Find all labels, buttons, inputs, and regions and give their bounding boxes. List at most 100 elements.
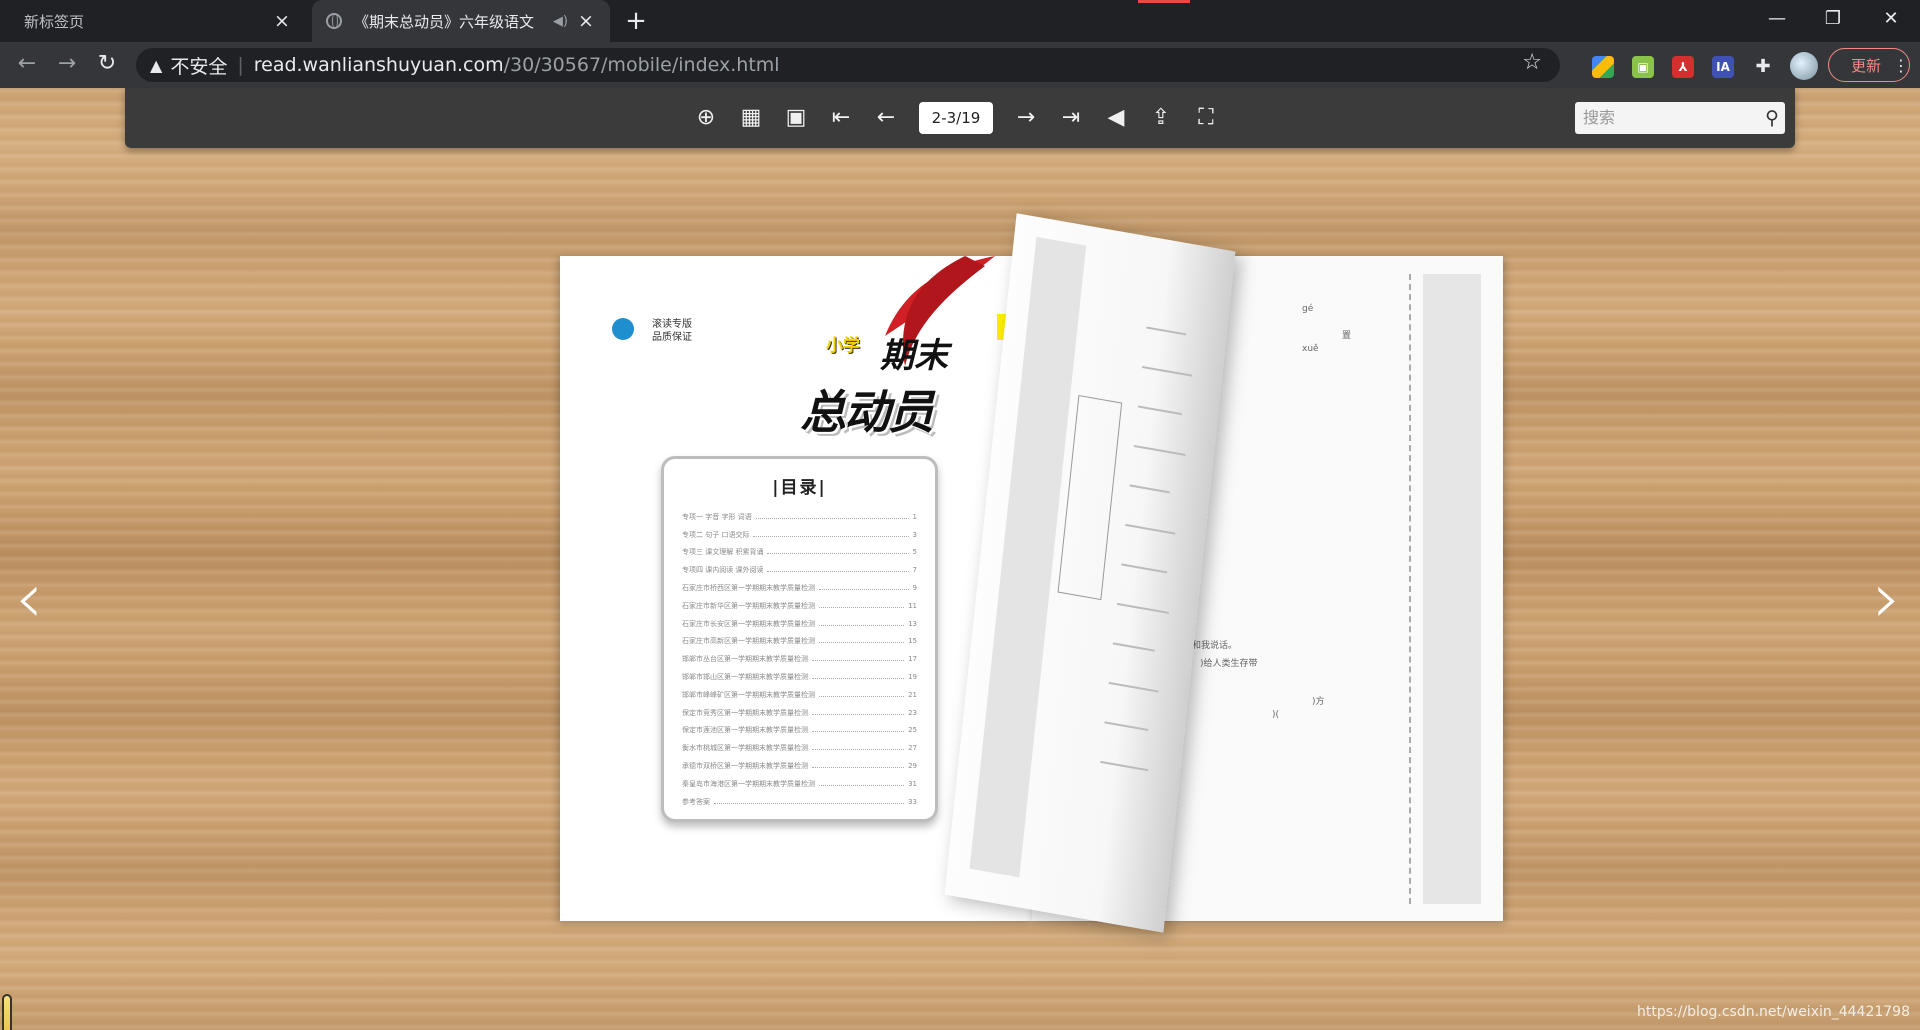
toc-item: 邯郸市邯山区第一学期期末教学质量检测 19 <box>664 668 935 686</box>
color-palette-ext-icon[interactable] <box>1592 56 1614 78</box>
back-icon[interactable]: ← <box>12 50 42 80</box>
toc-item-page: 21 <box>908 690 917 699</box>
puzzle-icon[interactable]: ✚ <box>1752 56 1774 78</box>
toc-dots <box>819 782 905 786</box>
security-label[interactable]: 不安全 <box>170 52 227 79</box>
flipbook-toolbar: ⊕ ▦ ▣ ⇤ ← 2-3/19 → ⇥ ◀ ⇪ ⛶ 搜索 ⚲ <box>125 88 1795 148</box>
student-info-box <box>1057 395 1123 601</box>
page-indicator[interactable]: 2-3/19 <box>919 102 993 134</box>
tab-active-book[interactable]: 《期末总动员》六年级语文 ◀) × <box>312 0 610 42</box>
pdf-ext-icon[interactable]: ⅄ <box>1672 56 1694 78</box>
question-text: 和我说话。 <box>1192 641 1238 651</box>
toc-item: 石家庄市高新区第一学期期末教学质量检测 15 <box>664 633 935 651</box>
toc-item: 专项四 课内阅读 课外阅读 7 <box>664 561 935 579</box>
toc-item-page: 27 <box>908 744 917 753</box>
close-icon[interactable]: × <box>576 11 596 31</box>
forward-icon[interactable]: → <box>52 50 82 80</box>
avatar[interactable] <box>1790 52 1818 80</box>
mute-icon[interactable]: ◀) <box>553 14 568 29</box>
toc-item-page: 5 <box>912 548 917 557</box>
close-window-icon[interactable]: ✕ <box>1870 0 1912 42</box>
brand-small: 小学 <box>826 336 860 356</box>
update-label: 更新 <box>1851 56 1882 75</box>
sound-icon[interactable]: ◀ <box>1100 102 1132 134</box>
next-page-icon[interactable]: → <box>1010 102 1042 134</box>
toc-item: 承德市双桥区第一学期期末教学质量检测 29 <box>664 757 935 775</box>
toc-item: 专项一 字音 字形 词语 1 <box>664 508 935 526</box>
toc-item: 专项三 课文理解 积累背诵 5 <box>664 544 935 562</box>
toc-item: 保定市竞秀区第一学期期末教学质量检测 23 <box>664 704 935 722</box>
toc-item-page: 7 <box>912 566 917 575</box>
bookmark-star-icon[interactable]: ☆ <box>1522 50 1542 75</box>
restore-icon[interactable]: ❐ <box>1812 0 1854 42</box>
toc-item-page: 1 <box>912 512 917 521</box>
toc-item-label: 石家庄市新华区第一学期期末教学质量检测 <box>682 601 815 610</box>
book-spread[interactable]: 滚读专版 品质保证 小学 期末 总动员 |目录| 专项一 字音 字形 词语 1 专项… <box>560 213 1503 933</box>
thumbnails-icon[interactable]: ▦ <box>735 102 767 134</box>
toc-item-page: 25 <box>908 726 917 735</box>
toc-item-page: 15 <box>908 637 917 646</box>
question-text: )( <box>1272 710 1280 720</box>
toc-title: |目录| <box>772 478 827 498</box>
prev-page-icon[interactable]: ← <box>870 102 902 134</box>
prev-page-arrow-icon[interactable]: ‹ <box>6 558 52 638</box>
binding-margin <box>1423 274 1481 904</box>
browser-toolbar: ← → ↻ ▲ 不安全 | read.wanlianshuyuan.com /3… <box>0 42 1920 88</box>
url-host: read.wanlianshuyuan.com <box>253 54 504 76</box>
toc-item: 衡水市桃城区第一学期期末教学质量检测 27 <box>664 739 935 757</box>
watermark: https://blog.csdn.net/weixin_44421798 <box>1636 1004 1910 1020</box>
next-page-arrow-icon[interactable]: › <box>1864 558 1910 638</box>
minimize-icon[interactable]: — <box>1756 0 1798 42</box>
fullscreen-icon[interactable]: ⛶ <box>1190 102 1222 134</box>
update-button[interactable]: 更新 ⋮ <box>1828 48 1910 82</box>
zoom-in-icon[interactable]: ⊕ <box>690 102 722 134</box>
toc-item: 邯郸市峰峰矿区第一学期期末教学质量检测 21 <box>664 686 935 704</box>
text-line <box>1100 760 1149 772</box>
last-page-icon[interactable]: ⇥ <box>1055 102 1087 134</box>
volume-slider[interactable] <box>2 994 12 1030</box>
search-icon[interactable]: ⚲ <box>1765 102 1779 134</box>
single-page-icon[interactable]: ▣ <box>780 102 812 134</box>
toc-dots <box>812 675 905 680</box>
toc-item-label: 衡水市桃城区第一学期期末教学质量检测 <box>682 744 808 753</box>
tab-title: 《期末总动员》六年级语文 <box>354 12 535 31</box>
new-tab-button[interactable]: + <box>622 8 650 36</box>
toc-item-label: 保定市莲池区第一学期期末教学质量检测 <box>682 726 808 735</box>
publisher-logo <box>612 318 634 340</box>
divider: | <box>237 54 244 76</box>
toc-item-label: 专项一 字音 字形 词语 <box>682 512 752 521</box>
image-ext-icon[interactable]: ▣ <box>1632 56 1654 78</box>
reload-icon[interactable]: ↻ <box>92 50 122 80</box>
ia-ext-icon[interactable]: IA <box>1712 56 1734 78</box>
toc-dots <box>819 586 909 591</box>
url-path: /30/30567/mobile/index.html <box>503 54 780 76</box>
close-icon[interactable]: × <box>272 11 292 31</box>
toc-item-label: 保定市竞秀区第一学期期末教学质量检测 <box>682 708 808 717</box>
search-input[interactable]: 搜索 ⚲ <box>1575 102 1785 134</box>
recording-indicator <box>1138 0 1190 3</box>
brand-title: 总动员 <box>800 385 934 439</box>
toc-item-page: 23 <box>908 708 917 717</box>
toc-dots <box>819 604 905 608</box>
text-line <box>1104 721 1149 732</box>
toc-item-page: 3 <box>912 530 917 539</box>
toc-item-page: 13 <box>908 619 917 628</box>
publisher-slogan: 滚读专版 品质保证 <box>652 319 692 343</box>
toc-dots <box>767 568 909 573</box>
toc-item: 邯郸市丛台区第一学期期末教学质量检测 17 <box>664 650 935 668</box>
warning-icon[interactable]: ▲ <box>150 56 162 75</box>
toc-item-page: 19 <box>908 673 917 682</box>
toc-item: 秦皇岛市海港区第一学期期末教学质量检测 31 <box>664 775 935 793</box>
address-bar[interactable]: ▲ 不安全 | read.wanlianshuyuan.com /30/3056… <box>136 48 1560 82</box>
tab-new-tab[interactable]: 新标签页 × <box>10 0 306 42</box>
share-icon[interactable]: ⇪ <box>1145 102 1177 134</box>
text-line <box>1142 365 1193 377</box>
toc-dots <box>812 746 905 751</box>
table-of-contents: |目录| 专项一 字音 字形 词语 1 专项二 句子 口语交际 3 专项三 课文理解 积… <box>661 456 938 822</box>
first-page-icon[interactable]: ⇤ <box>825 102 857 134</box>
toc-item-label: 承德市双桥区第一学期期末教学质量检测 <box>682 762 808 771</box>
toc-dots <box>755 515 909 519</box>
toc-dots <box>714 800 905 804</box>
toc-dots <box>819 693 905 697</box>
more-menu-icon[interactable]: ⋮ <box>1893 56 1909 75</box>
